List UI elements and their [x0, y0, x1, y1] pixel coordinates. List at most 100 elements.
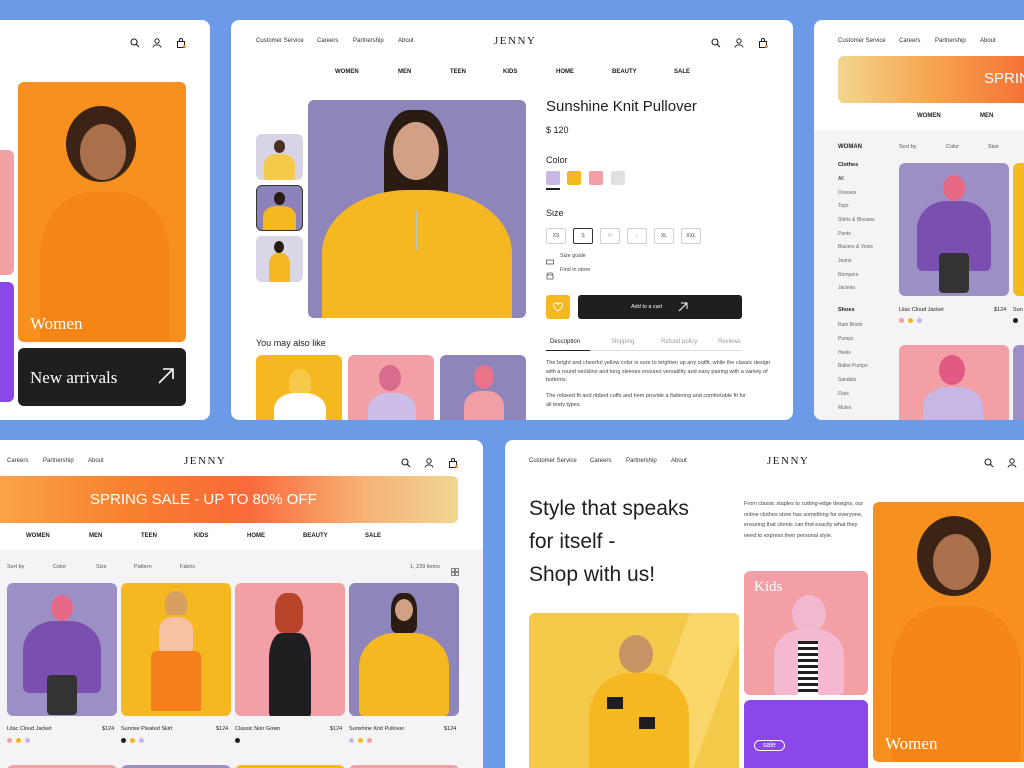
swatch-lilac[interactable]	[546, 171, 560, 185]
grid-view-icon[interactable]	[451, 563, 459, 576]
product-card-pleated-skirt[interactable]	[121, 583, 231, 716]
size-m[interactable]: M	[600, 228, 620, 244]
suggestion-2[interactable]	[348, 355, 434, 420]
product-card-lilac-jacket[interactable]	[7, 583, 117, 716]
nav-partnership[interactable]: Partnership	[626, 458, 657, 464]
brand-logo[interactable]: JENNY	[184, 455, 226, 467]
nav-customer-service[interactable]: Customer Service	[256, 38, 304, 44]
nav-careers[interactable]: Careers	[899, 38, 920, 44]
nav-about[interactable]: About	[671, 458, 687, 464]
swatch-grey[interactable]	[611, 171, 625, 185]
nav-about[interactable]: About	[980, 38, 996, 44]
cat-beauty[interactable]: BEAUTY	[612, 69, 637, 75]
user-icon[interactable]	[1007, 455, 1017, 468]
product-tile-partial[interactable]	[1013, 163, 1024, 296]
suggestion-1[interactable]	[256, 355, 342, 420]
filter-color[interactable]: Color	[53, 564, 66, 570]
cat-home[interactable]: HOME	[247, 533, 265, 539]
user-icon[interactable]	[734, 35, 744, 48]
color-dot[interactable]	[235, 738, 240, 743]
sale-banner[interactable]: SPRIN	[838, 56, 1024, 103]
cat-teen[interactable]: TEEN	[450, 69, 466, 75]
user-icon[interactable]	[152, 35, 162, 48]
brand-logo[interactable]: JENNY	[767, 455, 809, 467]
product-tile-partial-2[interactable]	[1013, 345, 1024, 420]
nav-careers[interactable]: Careers	[590, 458, 611, 464]
subcat-rain-boots[interactable]: Rain Boots	[838, 322, 862, 328]
tab-refund-policy[interactable]: Refund policy	[661, 339, 697, 345]
cat-sale[interactable]: SALE	[674, 69, 690, 75]
wishlist-button[interactable]	[546, 295, 570, 319]
nav-about[interactable]: About	[88, 458, 104, 464]
women-hero-photo[interactable]: Women	[18, 82, 186, 342]
color-dot[interactable]	[1013, 318, 1018, 323]
filter-sort-by[interactable]: Sort by	[899, 144, 916, 150]
subcat-shirts[interactable]: Shirts & Blouses	[838, 217, 875, 223]
yellow-hero-photo[interactable]	[529, 613, 739, 768]
cat-men[interactable]: MEN	[89, 533, 102, 539]
thumbnail-1[interactable]	[256, 134, 303, 180]
product-card-knit-pullover[interactable]	[349, 583, 459, 716]
cat-kids[interactable]: KIDS	[194, 533, 208, 539]
subcat-mules[interactable]: Mules	[838, 405, 851, 411]
cat-women[interactable]: WOMEN	[335, 69, 359, 75]
subcat-all[interactable]: All	[838, 176, 844, 182]
color-dot[interactable]	[899, 318, 904, 323]
product-card-noir-gown[interactable]	[235, 583, 345, 716]
kids-photo[interactable]: Kids	[744, 571, 868, 695]
filter-sort-by[interactable]: Sort by	[7, 564, 24, 570]
subcat-sandals[interactable]: Sandals	[838, 377, 856, 383]
color-dot[interactable]	[121, 738, 126, 743]
color-dot[interactable]	[908, 318, 913, 323]
filter-size[interactable]: Size	[96, 564, 107, 570]
thumbnail-2-selected[interactable]	[256, 185, 303, 231]
color-dot[interactable]	[130, 738, 135, 743]
nav-careers[interactable]: Careers	[317, 38, 338, 44]
size-xs[interactable]: XS	[546, 228, 566, 244]
cat-teen[interactable]: TEEN	[141, 533, 157, 539]
find-in-store-link[interactable]: Find in store	[560, 267, 590, 273]
nav-partnership[interactable]: Partnership	[353, 38, 384, 44]
search-icon[interactable]	[984, 455, 994, 468]
nav-partnership[interactable]: Partnership	[935, 38, 966, 44]
color-dot[interactable]	[25, 738, 30, 743]
cat-kids[interactable]: KIDS	[503, 69, 517, 75]
add-to-cart-button[interactable]: Add to a cart	[578, 295, 742, 319]
product-tile-lilac-jacket[interactable]	[899, 163, 1009, 296]
subcat-jackets[interactable]: Jackets	[838, 285, 855, 291]
color-dot[interactable]	[367, 738, 372, 743]
color-dot[interactable]	[16, 738, 21, 743]
search-icon[interactable]	[130, 35, 140, 48]
spring-sale-banner[interactable]: SPRING SALE - UP TO 80% OFF	[0, 476, 458, 523]
color-dot[interactable]	[7, 738, 12, 743]
category-clothes[interactable]: Clothes	[838, 162, 858, 168]
new-arrivals-button[interactable]: New arrivals	[18, 348, 186, 406]
filter-fabric[interactable]: Fabric	[180, 564, 195, 570]
cart-icon[interactable]	[448, 455, 458, 468]
color-dot[interactable]	[358, 738, 363, 743]
subcat-pants[interactable]: Pants	[838, 231, 851, 237]
size-guide-link[interactable]: Size guide	[560, 253, 586, 259]
cart-icon[interactable]	[758, 35, 768, 48]
suggestion-3[interactable]	[440, 355, 526, 420]
search-icon[interactable]	[711, 35, 721, 48]
color-dot[interactable]	[917, 318, 922, 323]
cat-women[interactable]: WOMEN	[917, 113, 941, 119]
tab-shipping[interactable]: Shipping	[611, 339, 634, 345]
thumbnail-3[interactable]	[256, 236, 303, 282]
category-shoes[interactable]: Shoes	[838, 307, 855, 313]
subcat-ballet-pumps[interactable]: Ballet Pumps	[838, 363, 867, 369]
subcat-blazers[interactable]: Blazers & Vests	[838, 244, 873, 250]
cat-men[interactable]: MEN	[398, 69, 411, 75]
color-dot[interactable]	[349, 738, 354, 743]
nav-about[interactable]: About	[398, 38, 414, 44]
subcat-pumps[interactable]: Pumps	[838, 336, 854, 342]
nav-careers[interactable]: Careers	[7, 458, 28, 464]
search-icon[interactable]	[401, 455, 411, 468]
filter-color[interactable]: Color	[946, 144, 959, 150]
nav-partnership[interactable]: Partnership	[43, 458, 74, 464]
brand-logo[interactable]: JENNY	[494, 35, 536, 47]
cart-icon[interactable]	[176, 35, 186, 48]
user-icon[interactable]	[424, 455, 434, 468]
subcat-dresses[interactable]: Dresses	[838, 190, 856, 196]
